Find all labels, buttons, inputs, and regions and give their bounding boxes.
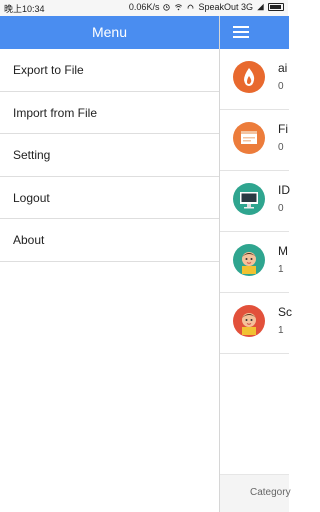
- menu-item-about[interactable]: About: [0, 219, 219, 262]
- headphones-icon: [188, 4, 194, 9]
- list-item-title: Sc: [278, 305, 293, 319]
- list-item-title: ai: [278, 61, 288, 75]
- category-bar[interactable]: Category: [220, 474, 291, 512]
- fire-icon: [233, 61, 265, 93]
- list-item[interactable]: M 1: [220, 232, 289, 293]
- list-item-count: 0: [278, 142, 284, 153]
- person-icon: [233, 305, 265, 337]
- menu-item-export[interactable]: Export to File: [0, 49, 219, 92]
- list-item-count: 0: [278, 81, 284, 92]
- wifi-icon: [175, 4, 183, 11]
- menu-list: Export to File Import from File Setting …: [0, 49, 219, 262]
- status-bar: 晚上10:34 0.06K/s SpeakOut 3G: [0, 0, 288, 16]
- carrier-label: SpeakOut 3G: [198, 2, 253, 12]
- drawer-title: Menu: [0, 16, 219, 49]
- menu-item-setting[interactable]: Setting: [0, 134, 219, 177]
- navigation-drawer: Menu Export to File Import from File Set…: [0, 16, 219, 512]
- person-icon: [233, 244, 265, 276]
- hamburger-menu-icon[interactable]: [233, 26, 249, 39]
- monitor-icon: [233, 183, 265, 215]
- list-item[interactable]: ai 0: [220, 49, 289, 110]
- list-item-count: 1: [278, 325, 284, 336]
- list-item[interactable]: Sc 1: [220, 293, 293, 354]
- list-item[interactable]: Fi 0: [220, 110, 289, 171]
- menu-item-logout[interactable]: Logout: [0, 177, 219, 219]
- status-indicators: 0.06K/s SpeakOut 3G: [129, 2, 284, 12]
- status-time: 晚上10:34: [4, 4, 45, 14]
- signal-icon: [257, 3, 264, 11]
- background-app: ai 0 Fi 0 ID 0 M 1 Sc 1 Category: [219, 16, 293, 512]
- network-speed: 0.06K/s: [128, 2, 160, 12]
- alarm-icon: [163, 4, 171, 11]
- category-label: Category: [250, 487, 291, 498]
- list-item-count: 0: [278, 203, 284, 214]
- list-item-title: Fi: [278, 122, 288, 136]
- battery-icon: [268, 3, 284, 11]
- background-toolbar: [220, 16, 289, 49]
- list-item-title: ID: [278, 183, 290, 197]
- list-item-title: M: [278, 244, 288, 258]
- list-item[interactable]: ID 0: [220, 171, 290, 232]
- list-item-count: 1: [278, 264, 284, 275]
- browser-icon: [233, 122, 265, 154]
- menu-item-import[interactable]: Import from File: [0, 92, 219, 134]
